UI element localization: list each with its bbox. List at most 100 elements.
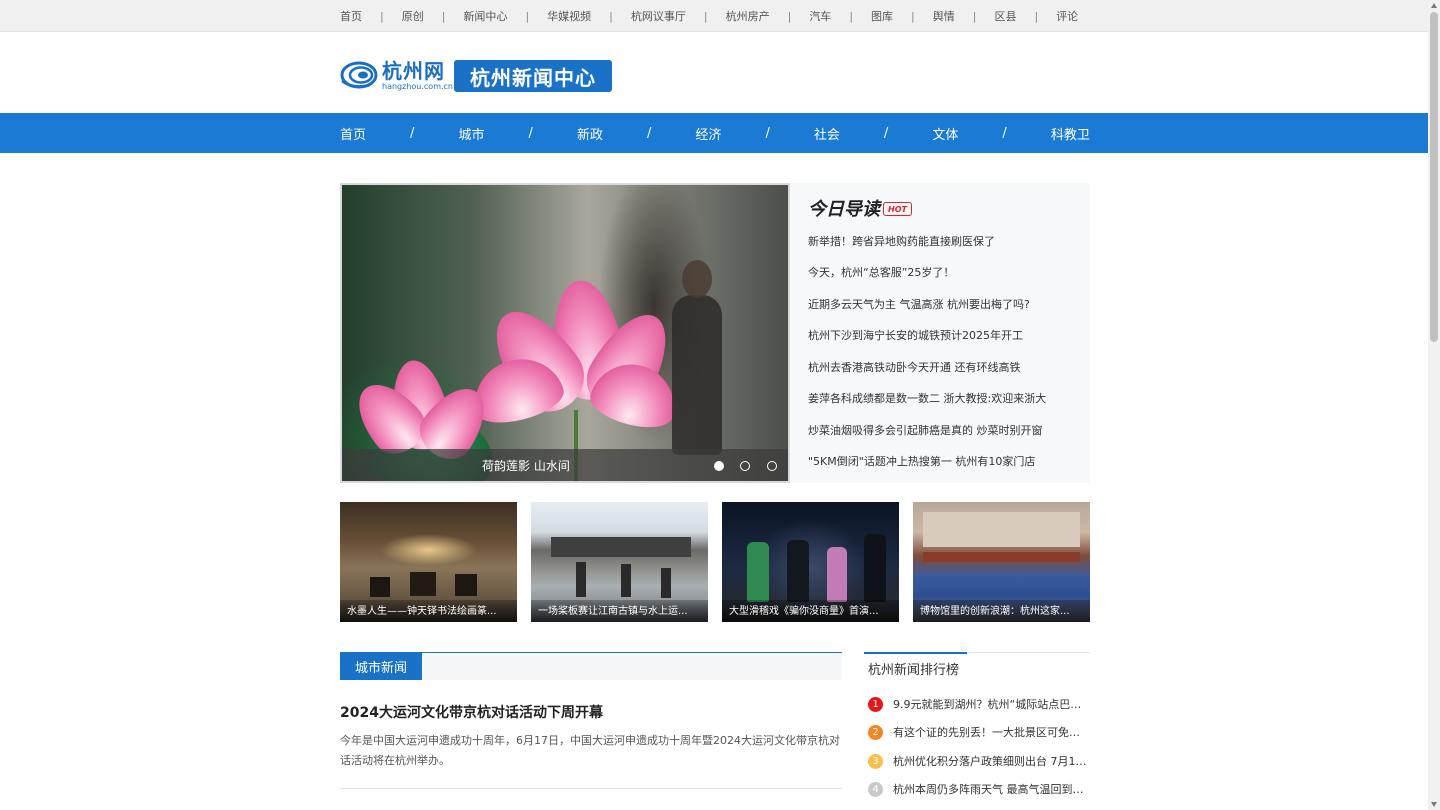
guide-item[interactable]: 炒菜油烟吸得多会引起肺癌是真的 炒菜时别开窗: [808, 422, 1043, 438]
exhibit-plinth: [370, 577, 390, 597]
thumbnail-caption: 博物馆里的创新浪潮：杭州这家...: [920, 606, 1070, 617]
site-logo[interactable]: 杭州网 hangzhou.com.cn: [340, 58, 453, 92]
thumbnail-caption: 大型滑稽戏《骗你没商量》首演...: [729, 606, 879, 617]
top-link[interactable]: 首页: [340, 8, 362, 24]
scroll-up-arrow-icon[interactable]: [1431, 3, 1437, 8]
logo-name: 杭州网: [382, 58, 445, 83]
rank-number: 4: [868, 781, 883, 797]
thumbnail-card[interactable]: 大型滑稽戏《骗你没商量》首演...: [722, 502, 899, 622]
today-guide-title: 今日导读: [808, 199, 880, 220]
scrollbar-thumb[interactable]: [1430, 12, 1438, 342]
ranking-item-text: 有这个证的先别丢！一大批景区可免费...: [893, 726, 1088, 739]
top-link[interactable]: 汽车: [809, 8, 831, 24]
actor-figure: [827, 547, 847, 602]
top-link-separator: |: [787, 9, 792, 23]
nav-item[interactable]: 经济: [695, 124, 721, 143]
nav-item[interactable]: 城市: [458, 124, 484, 143]
carousel-image[interactable]: [342, 185, 788, 481]
nav-item[interactable]: 科教卫: [1051, 124, 1090, 143]
nav-item[interactable]: 社会: [814, 124, 840, 143]
featured-carousel[interactable]: 荷韵莲影 山水间: [340, 183, 790, 483]
top-link-separator: |: [441, 9, 446, 23]
top-link[interactable]: 图库: [871, 8, 893, 24]
top-links: 首页 | 原创 | 新闻中心 | 华媒视频 | 杭网议事厅 | 杭州房产 | 汽车 | 图库 | 舆情 | 区县 | 评…: [340, 0, 1090, 32]
person-silhouette: [672, 295, 722, 455]
top-link[interactable]: 舆情: [933, 8, 955, 24]
top-link[interactable]: 新闻中心: [463, 8, 507, 24]
guide-item[interactable]: 近期多云天气为主 气温高涨 杭州要出梅了吗?: [808, 296, 1030, 312]
hot-badge: HOT: [883, 202, 912, 216]
actor-figure: [787, 540, 809, 602]
top-link[interactable]: 华媒视频: [547, 8, 591, 24]
top-link[interactable]: 杭州房产: [726, 8, 770, 24]
nav-item[interactable]: 首页: [340, 124, 366, 143]
rank-number: 2: [868, 724, 883, 740]
top-link-separator: |: [525, 9, 530, 23]
thumbnail-card[interactable]: 博物馆里的创新浪潮：杭州这家...: [913, 502, 1090, 622]
paddler-figure: [576, 562, 586, 597]
actor-figure: [864, 534, 886, 602]
meeting-room-banner: [923, 552, 1080, 562]
nav-item[interactable]: 文体: [932, 124, 958, 143]
carousel-caption[interactable]: 荷韵莲影 山水间: [482, 457, 570, 474]
page-scrollbar[interactable]: [1428, 0, 1440, 810]
scroll-down-arrow-icon[interactable]: [1431, 802, 1437, 807]
top-link-separator: |: [703, 9, 708, 23]
nav-separator: /: [646, 125, 652, 141]
top-link[interactable]: 杭网议事厅: [631, 8, 686, 24]
carousel-dot-2[interactable]: [740, 461, 750, 471]
nav-separator: /: [528, 125, 533, 141]
ranking-item[interactable]: 2 有这个证的先别丢！一大批景区可免费...: [868, 723, 1090, 741]
meeting-room-wall: [923, 512, 1080, 547]
ranking-header: 杭州新闻排行榜: [864, 652, 1090, 682]
top-link-separator: |: [849, 9, 854, 23]
ranking-item[interactable]: 1 9.9元就能到湖州？杭州“城际站点巴士...: [868, 695, 1090, 713]
nav-separator: /: [883, 125, 889, 141]
nav-item[interactable]: 新政: [577, 124, 603, 143]
person-head: [682, 260, 712, 298]
actor-figure: [747, 542, 769, 602]
main-nav: 首页 / 城市 / 新政 / 经济 / 社会 / 文体 / 科教卫: [0, 113, 1428, 153]
ranking-header-accent: [864, 652, 967, 654]
ranking-item[interactable]: 3 杭州优化积分落户政策细则出台 7月1日...: [868, 752, 1090, 770]
top-utility-bar: 首页 | 原创 | 新闻中心 | 华媒视频 | 杭网议事厅 | 杭州房产 | 汽车 | 图库 | 舆情 | 区县 | 评…: [0, 0, 1428, 32]
carousel-dot-3[interactable]: [767, 461, 777, 471]
article-divider: [340, 788, 842, 789]
paddler-figure: [621, 564, 631, 597]
nav-separator: /: [765, 125, 770, 141]
thumbnail-card[interactable]: 水墨人生——钟天铎书法绘画篆...: [340, 502, 517, 622]
guide-item[interactable]: 杭州下沙到海宁长安的城铁预计2025年开工: [808, 327, 1023, 343]
guide-item[interactable]: 新举措！跨省异地购药能直接刷医保了: [808, 233, 995, 249]
top-link-separator: |: [1034, 9, 1039, 23]
city-news-tab[interactable]: 城市新闻: [340, 653, 422, 680]
thumbnail-caption: 一场桨板赛让江南古镇与水上运...: [538, 606, 688, 617]
ranking-item-text: 杭州优化积分落户政策细则出台 7月1日...: [893, 755, 1088, 768]
ranking-item-text: 9.9元就能到湖州？杭州“城际站点巴士...: [893, 698, 1088, 711]
top-link[interactable]: 区县: [994, 8, 1016, 24]
logo-domain: hangzhou.com.cn: [382, 81, 453, 91]
guide-item[interactable]: 今天，杭州“总客服”25岁了！: [808, 264, 954, 280]
top-link-separator: |: [972, 9, 977, 23]
guide-item[interactable]: "5KM倒闭"话题冲上热搜第一 杭州有10家门店: [808, 453, 1035, 469]
article-title[interactable]: 2024大运河文化带京杭对话活动下周开幕: [340, 702, 603, 722]
thumbnail-card[interactable]: 一场桨板赛让江南古镇与水上运...: [531, 502, 708, 622]
logo-swirl-icon: [340, 59, 378, 91]
main-nav-items: 首页 / 城市 / 新政 / 经济 / 社会 / 文体 / 科教卫: [340, 113, 1090, 153]
top-link[interactable]: 原创: [402, 8, 424, 24]
guide-item[interactable]: 姜萍各科成绩都是数一数二 浙大教授:欢迎来浙大: [808, 390, 1046, 406]
ranking-item[interactable]: 4 杭州本周仍多阵雨天气 最高气温回到30...: [868, 780, 1090, 798]
article-summary: 今年是中国大运河申遗成功十周年，6月17日，中国大运河申遗成功十周年暨2024大…: [340, 734, 840, 767]
carousel-dot-1[interactable]: [714, 461, 724, 471]
rank-number: 1: [868, 696, 883, 712]
ranking-title: 杭州新闻排行榜: [868, 663, 960, 678]
top-link[interactable]: 评论: [1056, 8, 1078, 24]
exhibit-plinth: [455, 574, 477, 596]
nav-separator: /: [410, 125, 415, 141]
today-guide-panel: 今日导读 HOT 新举措！跨省异地购药能直接刷医保了 今天，杭州“总客服”25岁…: [790, 183, 1090, 483]
paddler-figure: [661, 568, 671, 598]
channel-title: 杭州新闻中心: [454, 60, 612, 92]
top-link-separator: |: [609, 9, 613, 23]
ranking-item-text: 杭州本周仍多阵雨天气 最高气温回到30...: [893, 783, 1088, 796]
thumbnail-caption: 水墨人生——钟天铎书法绘画篆...: [347, 606, 497, 617]
guide-item[interactable]: 杭州去香港高铁动卧今天开通 还有环线高铁: [808, 359, 1021, 375]
